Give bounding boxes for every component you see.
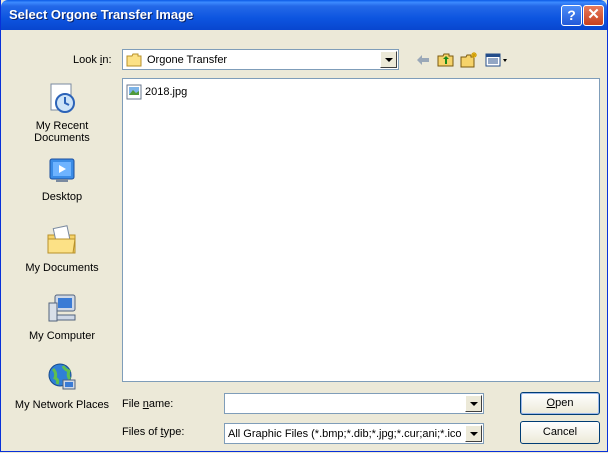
up-folder-icon[interactable] — [437, 51, 455, 69]
jpg-file-icon — [126, 84, 142, 100]
place-my-network-places[interactable]: My Network Places — [7, 360, 117, 411]
look-in-value: Orgone Transfer — [147, 54, 228, 66]
file-name-dropdown-button[interactable] — [465, 395, 482, 412]
window-title: Select Orgone Transfer Image — [9, 7, 194, 22]
file-name-input[interactable] — [227, 396, 457, 408]
places-bar: My Recent Documents Desktop My Documents — [7, 76, 117, 436]
place-my-computer[interactable]: My Computer — [7, 291, 117, 342]
open-button[interactable]: Open — [520, 392, 600, 415]
look-in-dropdown[interactable]: Orgone Transfer — [122, 49, 399, 70]
close-icon: ✕ — [587, 6, 600, 23]
file-name-label: File name: — [122, 398, 174, 410]
look-in-label: Look in: — [73, 54, 112, 66]
file-list[interactable]: 2018.jpg — [122, 78, 600, 382]
place-my-recent-documents[interactable]: My Recent Documents — [7, 81, 117, 144]
my-documents-icon — [47, 225, 76, 254]
network-places-icon — [48, 363, 76, 390]
file-type-select[interactable]: All Graphic Files (*.bmp;*.dib;*.jpg;*.c… — [224, 423, 484, 444]
file-type-value: All Graphic Files (*.bmp;*.dib;*.jpg;*.c… — [228, 428, 462, 440]
look-in-dropdown-button[interactable] — [380, 51, 397, 68]
new-folder-icon[interactable] — [460, 51, 478, 69]
open-file-dialog: Select Orgone Transfer Image ? ✕ Look in… — [0, 0, 608, 452]
file-type-label: Files of type: — [122, 426, 185, 438]
cancel-button[interactable]: Cancel — [520, 421, 600, 444]
desktop-icon — [49, 158, 75, 182]
views-menu-icon[interactable] — [485, 51, 509, 69]
help-icon: ? — [567, 7, 576, 23]
title-bar[interactable]: Select Orgone Transfer Image ? ✕ — [1, 0, 607, 30]
file-type-dropdown-button[interactable] — [465, 425, 482, 442]
place-my-documents[interactable]: My Documents — [7, 223, 117, 274]
file-name: 2018.jpg — [145, 86, 188, 98]
help-button[interactable]: ? — [561, 5, 582, 26]
folder-icon — [126, 53, 142, 67]
back-arrow-icon[interactable] — [415, 51, 431, 69]
list-item[interactable]: 2018.jpg — [126, 84, 187, 103]
my-computer-icon — [48, 294, 76, 322]
place-desktop[interactable]: Desktop — [7, 156, 117, 203]
recent-documents-icon — [50, 83, 75, 113]
close-button[interactable]: ✕ — [583, 5, 604, 26]
file-name-combo[interactable] — [224, 393, 484, 414]
